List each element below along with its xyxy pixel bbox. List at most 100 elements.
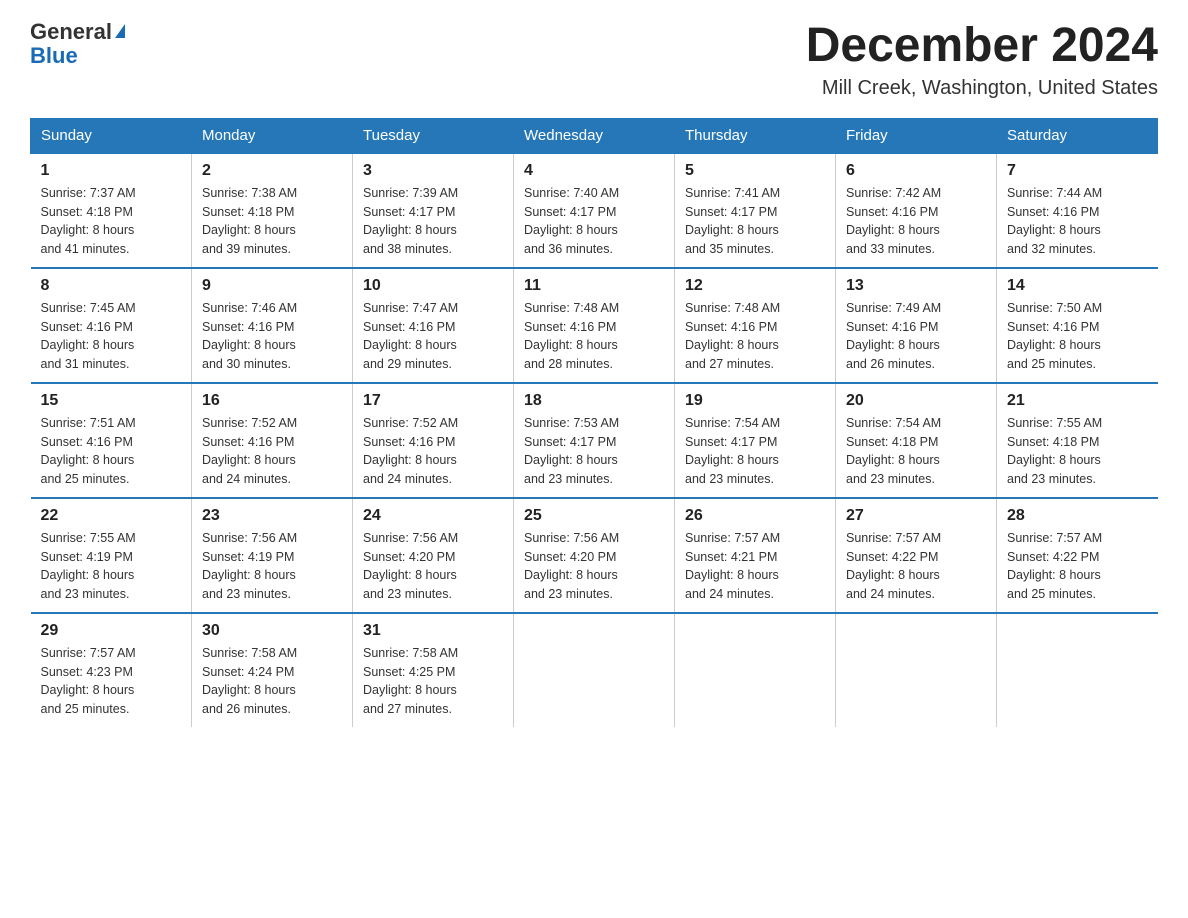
day-number: 28 (1007, 507, 1148, 525)
calendar-table: SundayMondayTuesdayWednesdayThursdayFrid… (30, 118, 1158, 727)
day-info: Sunrise: 7:42 AM Sunset: 4:16 PM Dayligh… (846, 184, 986, 259)
day-info: Sunrise: 7:55 AM Sunset: 4:18 PM Dayligh… (1007, 414, 1148, 489)
day-number: 13 (846, 277, 986, 295)
day-info: Sunrise: 7:56 AM Sunset: 4:19 PM Dayligh… (202, 529, 342, 604)
calendar-cell: 11 Sunrise: 7:48 AM Sunset: 4:16 PM Dayl… (514, 268, 675, 383)
days-of-week-row: SundayMondayTuesdayWednesdayThursdayFrid… (31, 118, 1158, 153)
calendar-cell: 19 Sunrise: 7:54 AM Sunset: 4:17 PM Dayl… (675, 383, 836, 498)
calendar-title: December 2024 (806, 20, 1158, 73)
day-number: 14 (1007, 277, 1148, 295)
day-number: 19 (685, 392, 825, 410)
day-number: 25 (524, 507, 664, 525)
day-info: Sunrise: 7:52 AM Sunset: 4:16 PM Dayligh… (202, 414, 342, 489)
logo-triangle-icon (115, 24, 125, 38)
day-number: 4 (524, 162, 664, 180)
calendar-cell: 2 Sunrise: 7:38 AM Sunset: 4:18 PM Dayli… (192, 153, 353, 268)
calendar-cell: 4 Sunrise: 7:40 AM Sunset: 4:17 PM Dayli… (514, 153, 675, 268)
calendar-cell: 23 Sunrise: 7:56 AM Sunset: 4:19 PM Dayl… (192, 498, 353, 613)
calendar-cell: 12 Sunrise: 7:48 AM Sunset: 4:16 PM Dayl… (675, 268, 836, 383)
day-number: 21 (1007, 392, 1148, 410)
calendar-body: 1 Sunrise: 7:37 AM Sunset: 4:18 PM Dayli… (31, 153, 1158, 727)
calendar-cell: 22 Sunrise: 7:55 AM Sunset: 4:19 PM Dayl… (31, 498, 192, 613)
day-info: Sunrise: 7:47 AM Sunset: 4:16 PM Dayligh… (363, 299, 503, 374)
day-info: Sunrise: 7:58 AM Sunset: 4:25 PM Dayligh… (363, 644, 503, 719)
day-info: Sunrise: 7:48 AM Sunset: 4:16 PM Dayligh… (685, 299, 825, 374)
day-info: Sunrise: 7:51 AM Sunset: 4:16 PM Dayligh… (41, 414, 182, 489)
page-header: General Blue December 2024 Mill Creek, W… (30, 20, 1158, 100)
calendar-week-row: 1 Sunrise: 7:37 AM Sunset: 4:18 PM Dayli… (31, 153, 1158, 268)
calendar-cell: 8 Sunrise: 7:45 AM Sunset: 4:16 PM Dayli… (31, 268, 192, 383)
calendar-cell: 13 Sunrise: 7:49 AM Sunset: 4:16 PM Dayl… (836, 268, 997, 383)
day-info: Sunrise: 7:56 AM Sunset: 4:20 PM Dayligh… (363, 529, 503, 604)
calendar-cell (836, 613, 997, 727)
day-number: 1 (41, 162, 182, 180)
calendar-cell: 1 Sunrise: 7:37 AM Sunset: 4:18 PM Dayli… (31, 153, 192, 268)
day-number: 22 (41, 507, 182, 525)
day-number: 18 (524, 392, 664, 410)
day-info: Sunrise: 7:55 AM Sunset: 4:19 PM Dayligh… (41, 529, 182, 604)
day-info: Sunrise: 7:49 AM Sunset: 4:16 PM Dayligh… (846, 299, 986, 374)
day-info: Sunrise: 7:56 AM Sunset: 4:20 PM Dayligh… (524, 529, 664, 604)
day-number: 17 (363, 392, 503, 410)
day-number: 26 (685, 507, 825, 525)
calendar-cell: 26 Sunrise: 7:57 AM Sunset: 4:21 PM Dayl… (675, 498, 836, 613)
day-number: 29 (41, 622, 182, 640)
day-number: 5 (685, 162, 825, 180)
day-of-week-header: Thursday (675, 118, 836, 153)
day-number: 12 (685, 277, 825, 295)
day-info: Sunrise: 7:44 AM Sunset: 4:16 PM Dayligh… (1007, 184, 1148, 259)
day-info: Sunrise: 7:50 AM Sunset: 4:16 PM Dayligh… (1007, 299, 1148, 374)
calendar-cell: 30 Sunrise: 7:58 AM Sunset: 4:24 PM Dayl… (192, 613, 353, 727)
day-info: Sunrise: 7:46 AM Sunset: 4:16 PM Dayligh… (202, 299, 342, 374)
calendar-cell: 29 Sunrise: 7:57 AM Sunset: 4:23 PM Dayl… (31, 613, 192, 727)
calendar-cell: 10 Sunrise: 7:47 AM Sunset: 4:16 PM Dayl… (353, 268, 514, 383)
day-of-week-header: Sunday (31, 118, 192, 153)
day-info: Sunrise: 7:38 AM Sunset: 4:18 PM Dayligh… (202, 184, 342, 259)
day-info: Sunrise: 7:57 AM Sunset: 4:21 PM Dayligh… (685, 529, 825, 604)
calendar-week-row: 22 Sunrise: 7:55 AM Sunset: 4:19 PM Dayl… (31, 498, 1158, 613)
title-block: December 2024 Mill Creek, Washington, Un… (806, 20, 1158, 100)
day-info: Sunrise: 7:52 AM Sunset: 4:16 PM Dayligh… (363, 414, 503, 489)
day-number: 16 (202, 392, 342, 410)
calendar-cell: 25 Sunrise: 7:56 AM Sunset: 4:20 PM Dayl… (514, 498, 675, 613)
day-number: 15 (41, 392, 182, 410)
calendar-subtitle: Mill Creek, Washington, United States (806, 77, 1158, 100)
day-info: Sunrise: 7:57 AM Sunset: 4:22 PM Dayligh… (846, 529, 986, 604)
day-info: Sunrise: 7:54 AM Sunset: 4:18 PM Dayligh… (846, 414, 986, 489)
day-number: 11 (524, 277, 664, 295)
day-of-week-header: Saturday (997, 118, 1158, 153)
day-info: Sunrise: 7:53 AM Sunset: 4:17 PM Dayligh… (524, 414, 664, 489)
day-number: 6 (846, 162, 986, 180)
day-number: 27 (846, 507, 986, 525)
day-of-week-header: Monday (192, 118, 353, 153)
calendar-cell: 20 Sunrise: 7:54 AM Sunset: 4:18 PM Dayl… (836, 383, 997, 498)
day-number: 20 (846, 392, 986, 410)
day-of-week-header: Tuesday (353, 118, 514, 153)
calendar-cell: 27 Sunrise: 7:57 AM Sunset: 4:22 PM Dayl… (836, 498, 997, 613)
day-info: Sunrise: 7:48 AM Sunset: 4:16 PM Dayligh… (524, 299, 664, 374)
day-number: 7 (1007, 162, 1148, 180)
calendar-cell: 5 Sunrise: 7:41 AM Sunset: 4:17 PM Dayli… (675, 153, 836, 268)
day-info: Sunrise: 7:40 AM Sunset: 4:17 PM Dayligh… (524, 184, 664, 259)
logo: General Blue (30, 20, 125, 68)
calendar-cell: 14 Sunrise: 7:50 AM Sunset: 4:16 PM Dayl… (997, 268, 1158, 383)
day-number: 24 (363, 507, 503, 525)
day-info: Sunrise: 7:41 AM Sunset: 4:17 PM Dayligh… (685, 184, 825, 259)
day-number: 23 (202, 507, 342, 525)
calendar-cell (675, 613, 836, 727)
calendar-cell: 24 Sunrise: 7:56 AM Sunset: 4:20 PM Dayl… (353, 498, 514, 613)
day-number: 3 (363, 162, 503, 180)
calendar-cell: 7 Sunrise: 7:44 AM Sunset: 4:16 PM Dayli… (997, 153, 1158, 268)
logo-general-text: General (30, 19, 112, 44)
day-of-week-header: Friday (836, 118, 997, 153)
calendar-cell: 18 Sunrise: 7:53 AM Sunset: 4:17 PM Dayl… (514, 383, 675, 498)
logo-blue-text: Blue (30, 44, 78, 68)
day-info: Sunrise: 7:57 AM Sunset: 4:23 PM Dayligh… (41, 644, 182, 719)
calendar-cell: 9 Sunrise: 7:46 AM Sunset: 4:16 PM Dayli… (192, 268, 353, 383)
day-info: Sunrise: 7:54 AM Sunset: 4:17 PM Dayligh… (685, 414, 825, 489)
calendar-cell: 16 Sunrise: 7:52 AM Sunset: 4:16 PM Dayl… (192, 383, 353, 498)
calendar-cell: 31 Sunrise: 7:58 AM Sunset: 4:25 PM Dayl… (353, 613, 514, 727)
calendar-cell: 17 Sunrise: 7:52 AM Sunset: 4:16 PM Dayl… (353, 383, 514, 498)
calendar-week-row: 15 Sunrise: 7:51 AM Sunset: 4:16 PM Dayl… (31, 383, 1158, 498)
calendar-cell (997, 613, 1158, 727)
